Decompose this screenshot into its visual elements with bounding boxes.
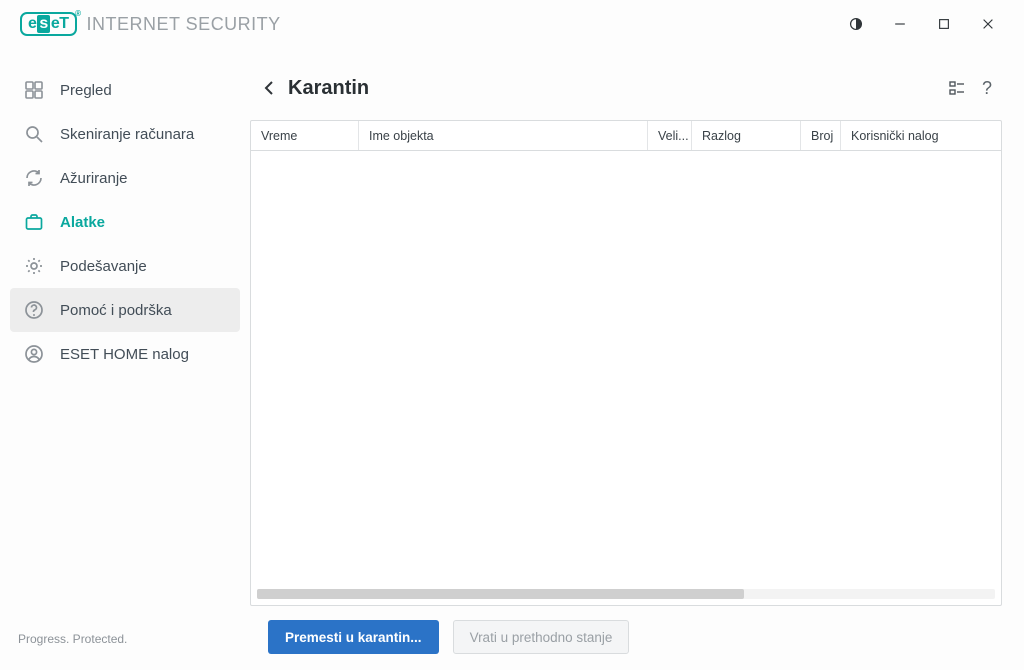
close-button[interactable]	[966, 8, 1010, 40]
sidebar-item-label: Podešavanje	[60, 258, 147, 275]
sidebar-item-scan[interactable]: Skeniranje računara	[10, 112, 240, 156]
refresh-icon	[24, 168, 44, 188]
sidebar-item-label: Ažuriranje	[60, 170, 128, 187]
logo-badge: eseT ®	[20, 12, 77, 36]
move-to-quarantine-button[interactable]: Premesti u karantin...	[268, 620, 439, 654]
brand-logo: eseT ® INTERNET SECURITY	[20, 12, 281, 36]
col-count[interactable]: Broj	[801, 121, 841, 150]
help-icon[interactable]: ?	[972, 73, 1002, 103]
sidebar-item-tools[interactable]: Alatke	[10, 200, 240, 244]
horizontal-scrollbar[interactable]	[257, 589, 995, 599]
sidebar-item-label: Pomoć i podrška	[60, 302, 172, 319]
sidebar-item-account[interactable]: ESET HOME nalog	[10, 332, 240, 376]
back-button[interactable]	[256, 81, 282, 95]
sidebar-item-label: ESET HOME nalog	[60, 346, 189, 363]
sidebar-item-label: Skeniranje računara	[60, 126, 194, 143]
main-content: Karantin ? Vreme Ime objekta Veli... Raz…	[250, 48, 1024, 670]
restore-button[interactable]: Vrati u prethodno stanje	[453, 620, 630, 654]
gear-icon	[24, 256, 44, 276]
maximize-button[interactable]	[922, 8, 966, 40]
table-body	[251, 151, 1001, 605]
sidebar-item-settings[interactable]: Podešavanje	[10, 244, 240, 288]
sidebar-item-help[interactable]: Pomoć i podrška	[10, 288, 240, 332]
quarantine-table: Vreme Ime objekta Veli... Razlog Broj Ko…	[250, 120, 1002, 606]
title-bar: eseT ® INTERNET SECURITY	[0, 0, 1024, 48]
sidebar-footer: Progress. Protected.	[10, 632, 240, 654]
table-header: Vreme Ime objekta Veli... Razlog Broj Ko…	[251, 121, 1001, 151]
user-circle-icon	[24, 344, 44, 364]
search-icon	[24, 124, 44, 144]
col-time[interactable]: Vreme	[251, 121, 359, 150]
briefcase-icon	[24, 212, 44, 232]
contrast-icon[interactable]	[834, 8, 878, 40]
sidebar-item-label: Alatke	[60, 214, 105, 231]
page-title: Karantin	[288, 77, 369, 100]
sidebar-item-overview[interactable]: Pregled	[10, 68, 240, 112]
scrollbar-thumb[interactable]	[257, 589, 744, 599]
dashboard-icon	[24, 80, 44, 100]
minimize-button[interactable]	[878, 8, 922, 40]
sidebar: Pregled Skeniranje računara Ažuriranje A…	[0, 48, 250, 670]
col-size[interactable]: Veli...	[648, 121, 692, 150]
help-circle-icon	[24, 300, 44, 320]
view-options-icon[interactable]	[942, 73, 972, 103]
sidebar-item-update[interactable]: Ažuriranje	[10, 156, 240, 200]
col-name[interactable]: Ime objekta	[359, 121, 648, 150]
col-reason[interactable]: Razlog	[692, 121, 801, 150]
product-name: INTERNET SECURITY	[87, 14, 281, 35]
col-user[interactable]: Korisnički nalog	[841, 121, 1001, 150]
sidebar-item-label: Pregled	[60, 82, 112, 99]
